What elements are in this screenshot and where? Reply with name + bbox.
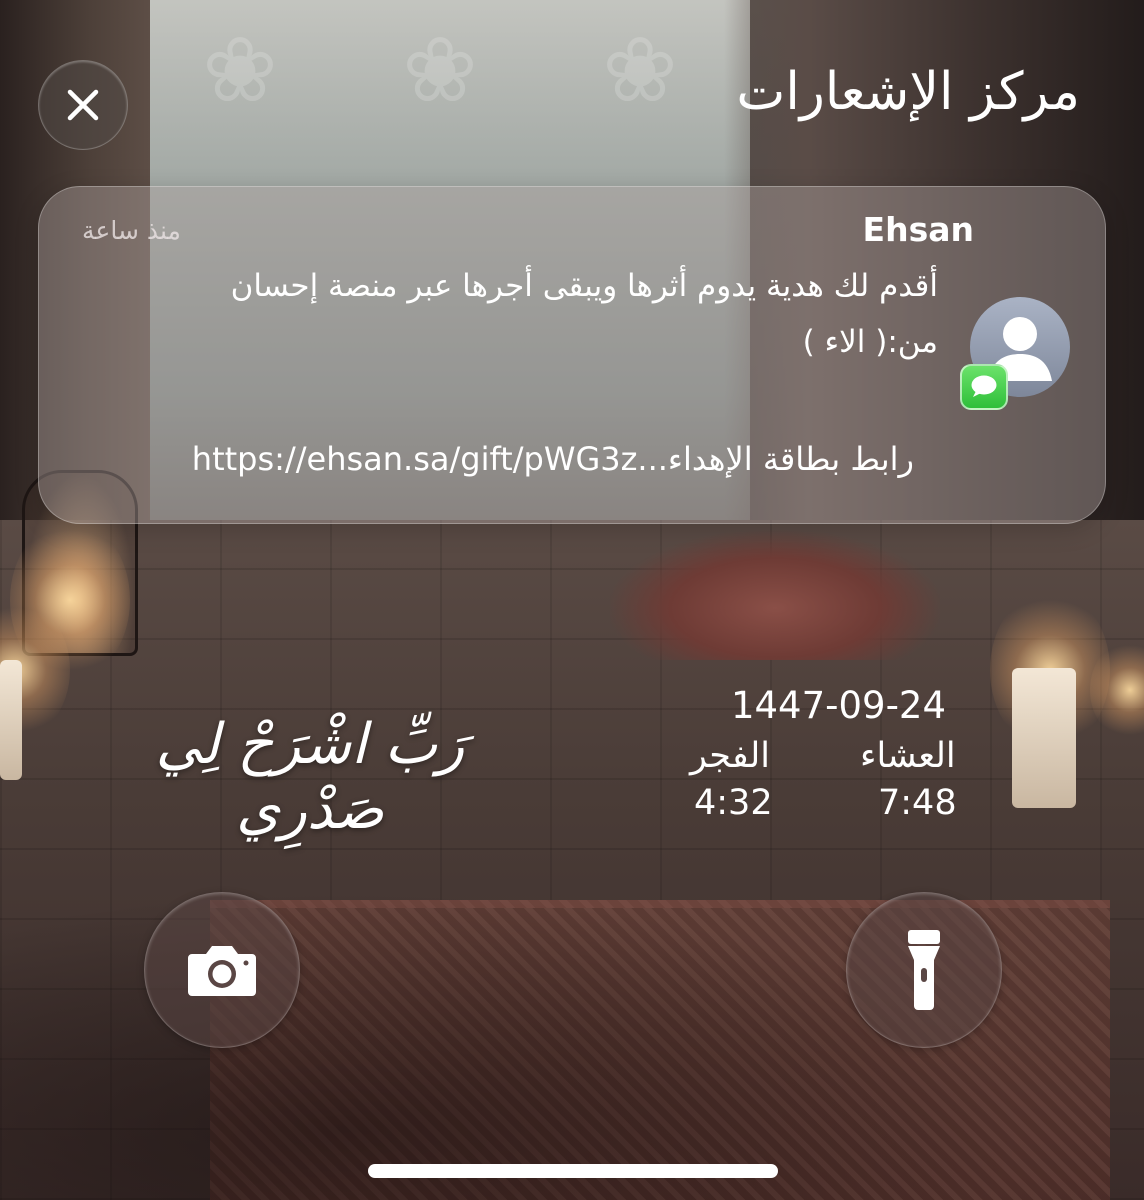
messages-app-badge: [960, 364, 1008, 410]
hijri-date: 1447-09-24: [730, 684, 946, 727]
camera-button[interactable]: [144, 892, 300, 1048]
notification-sender: Ehsan: [862, 210, 974, 249]
candle-right: [1012, 668, 1076, 808]
prayer-time-isha: 7:48: [878, 783, 957, 823]
close-icon: [67, 89, 99, 121]
notification-message-line1: أقدم لك هدية يدوم أثرها ويبقى أجرها عبر …: [230, 268, 938, 304]
prayer-time-fajr: 4:32: [694, 783, 773, 823]
notification-time: منذ ساعة: [82, 216, 181, 245]
prayer-name-fajr: الفجر: [690, 736, 770, 776]
lotus-flower-image: [610, 530, 940, 660]
flashlight-button[interactable]: [846, 892, 1002, 1048]
messages-icon: [971, 375, 997, 397]
camera-icon: [188, 946, 256, 996]
notification-message-line2: من:( الاء ): [802, 324, 938, 360]
prayer-name-isha: العشاء: [860, 736, 956, 776]
page-title: مركز الإشعارات: [736, 62, 1080, 122]
close-button[interactable]: [38, 60, 128, 150]
home-indicator[interactable]: [368, 1164, 778, 1178]
lotus-pattern: ❀ ❀ ❀: [202, 17, 678, 123]
verse-calligraphy: رَبِّ اشْرَحْ لِي صَدْرِي: [155, 712, 465, 842]
candle-left: [0, 660, 22, 780]
flashlight-icon: [908, 930, 940, 1010]
notification-link[interactable]: رابط بطاقة الإهداء...https://ehsan.sa/gi…: [192, 440, 914, 478]
